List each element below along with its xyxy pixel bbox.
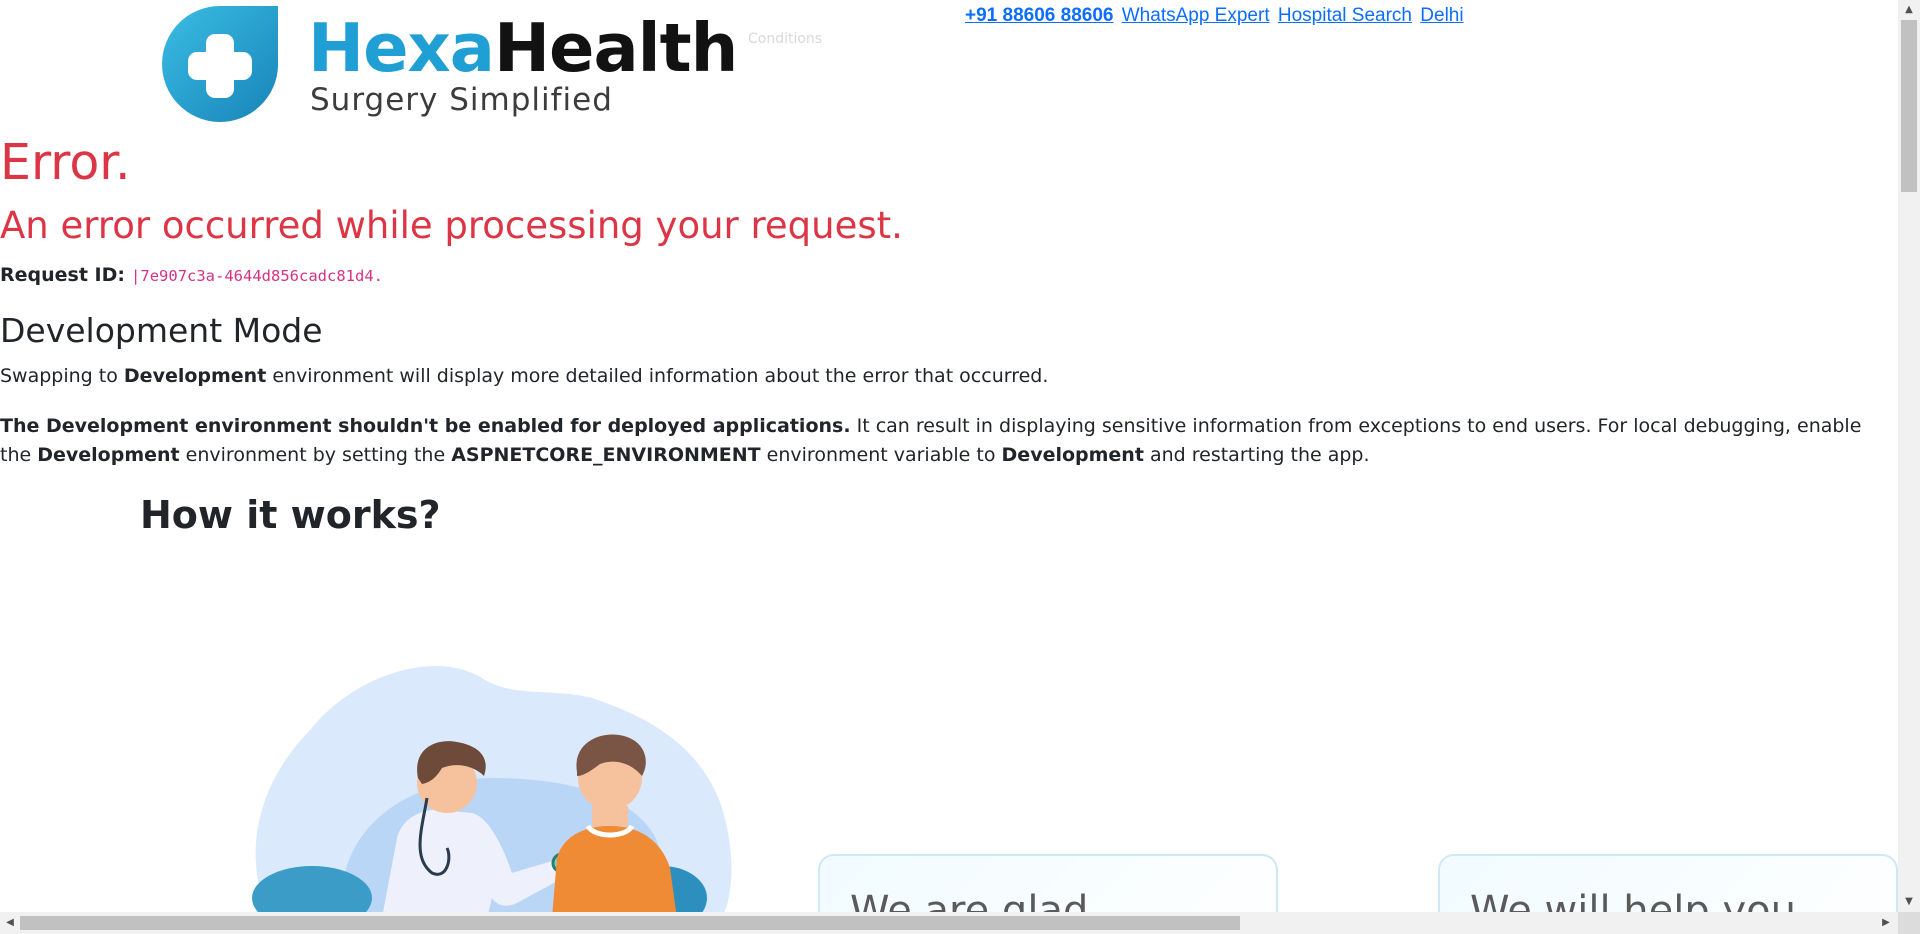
top-nav: +91 88606 88606 WhatsApp Expert Hospital… [965,4,1467,28]
development-mode-paragraph-2: The Development environment shouldn't be… [0,412,1875,470]
p2-bold-4: Development [1001,444,1144,466]
p1-text-before: Swapping to [0,365,124,387]
horizontal-scrollbar[interactable]: ◀ ▶ [0,912,1898,934]
city-link[interactable]: Delhi [1420,5,1463,26]
request-id-label: Request ID: [0,264,125,286]
doctor-patient-illustration [252,666,732,912]
p2-text-4: and restarting the app. [1143,444,1370,466]
p2-bold-1: The Development environment shouldn't be… [0,415,851,437]
hospital-search-link[interactable]: Hospital Search [1278,5,1412,26]
card-2-text: We will help you [1470,888,1796,912]
p1-bold: Development [123,365,267,387]
vertical-scrollbar[interactable]: ▲ ▼ [1898,0,1920,912]
error-title: Error. [0,134,131,191]
brand-tagline: Surgery Simplified [310,82,613,118]
development-mode-paragraph-1: Swapping to Development environment will… [0,362,1048,390]
conditions-overlay-text: Conditions [748,31,823,47]
error-subtitle: An error occurred while processing your … [0,204,903,247]
card-1-text: We are glad [850,888,1089,912]
scrollbar-corner [1898,912,1920,934]
vertical-scroll-thumb[interactable] [1901,20,1917,192]
how-it-works-card-2: We will help you [1438,854,1898,912]
whatsapp-expert-link[interactable]: WhatsApp Expert [1122,5,1270,26]
p1-text-after: environment will display more detailed i… [266,365,1049,387]
request-id-value: |7e907c3a-4644d856cadc81d4. [131,267,383,285]
scroll-right-icon[interactable]: ▶ [1880,917,1892,929]
brand-name: HexaHealth [308,4,738,92]
scroll-down-icon[interactable]: ▼ [1904,896,1914,908]
how-it-works-heading: How it works? [140,493,441,537]
page-viewport: HexaHealth Surgery Simplified Conditions… [0,0,1898,912]
horizontal-scroll-thumb[interactable] [20,916,1240,930]
p2-bold-3: ASPNETCORE_ENVIRONMENT [451,444,761,466]
scroll-left-icon[interactable]: ◀ [4,917,16,929]
phone-link[interactable]: +91 88606 88606 [965,5,1113,26]
scroll-up-icon[interactable]: ▲ [1904,4,1914,16]
p2-bold-2: Development [37,444,180,466]
development-mode-heading: Development Mode [0,311,323,350]
hexahealth-logo-icon [162,6,278,122]
how-it-works-card-1: We are glad [818,854,1278,912]
brand-name-part1: Hexa [308,9,495,87]
brand-name-part2: Health [493,9,738,87]
site-logo[interactable]: HexaHealth Surgery Simplified Conditions [160,4,822,126]
request-id-line: Request ID: |7e907c3a-4644d856cadc81d4. [0,262,383,289]
p2-text-2: environment by setting the [179,444,452,466]
p2-text-3: environment variable to [760,444,1002,466]
